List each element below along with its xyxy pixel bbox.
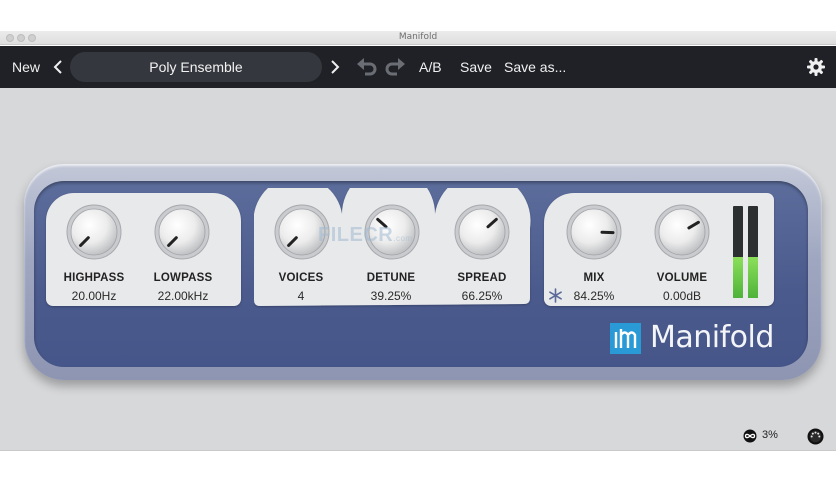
redo-icon[interactable] — [384, 57, 406, 77]
save-button[interactable]: Save — [460, 59, 492, 75]
save-as-button[interactable]: Save as... — [504, 59, 566, 75]
highpass-label: HIGHPASS — [63, 272, 125, 284]
volume-knob[interactable] — [653, 203, 711, 261]
highpass-knob[interactable] — [65, 203, 123, 261]
mix-label: MIX — [583, 272, 605, 284]
spread-knob[interactable] — [453, 203, 511, 261]
new-preset-button[interactable]: New — [12, 59, 40, 75]
spread-value: 66.25% — [461, 289, 503, 303]
volume-value: 0.00dB — [662, 289, 702, 303]
detune-label: DETUNE — [366, 272, 416, 284]
output-meter-right — [748, 206, 758, 298]
plugin-window: Manifold New Poly Ensemble A/B Save Save… — [0, 0, 836, 484]
lowpass-knob[interactable] — [153, 203, 211, 261]
volume-label: VOLUME — [656, 272, 708, 284]
window-title: Manifold — [398, 32, 438, 42]
voices-label: VOICES — [278, 272, 324, 284]
ab-compare-button[interactable]: A/B — [419, 59, 442, 75]
output-meter-left — [733, 206, 743, 298]
settings-gear-icon[interactable] — [807, 58, 825, 76]
midi-icon[interactable] — [807, 428, 824, 445]
manifold-logo-icon — [610, 323, 641, 354]
freeze-icon[interactable] — [548, 288, 563, 303]
preset-selector[interactable]: Poly Ensemble — [70, 52, 322, 82]
cpu-loop-icon — [743, 429, 757, 443]
undo-icon[interactable] — [356, 57, 378, 77]
next-preset-icon[interactable] — [328, 59, 342, 75]
brand-name: Manifold — [650, 320, 774, 355]
detune-value: 39.25% — [370, 289, 412, 303]
lowpass-value: 22.00kHz — [157, 289, 209, 303]
watermark: FILECR.com — [318, 224, 413, 246]
prev-preset-icon[interactable] — [51, 59, 65, 75]
spread-label: SPREAD — [457, 272, 507, 284]
lowpass-label: LOWPASS — [153, 272, 213, 284]
window-titlebar: Manifold — [0, 31, 836, 45]
voices-value: 4 — [297, 289, 305, 303]
host-toolbar: New Poly Ensemble A/B Save Save as... — [0, 46, 836, 88]
highpass-value: 20.00Hz — [71, 289, 117, 303]
mix-knob[interactable] — [565, 203, 623, 261]
status-divider — [0, 450, 836, 451]
cpu-usage-label: 3% — [762, 429, 778, 441]
